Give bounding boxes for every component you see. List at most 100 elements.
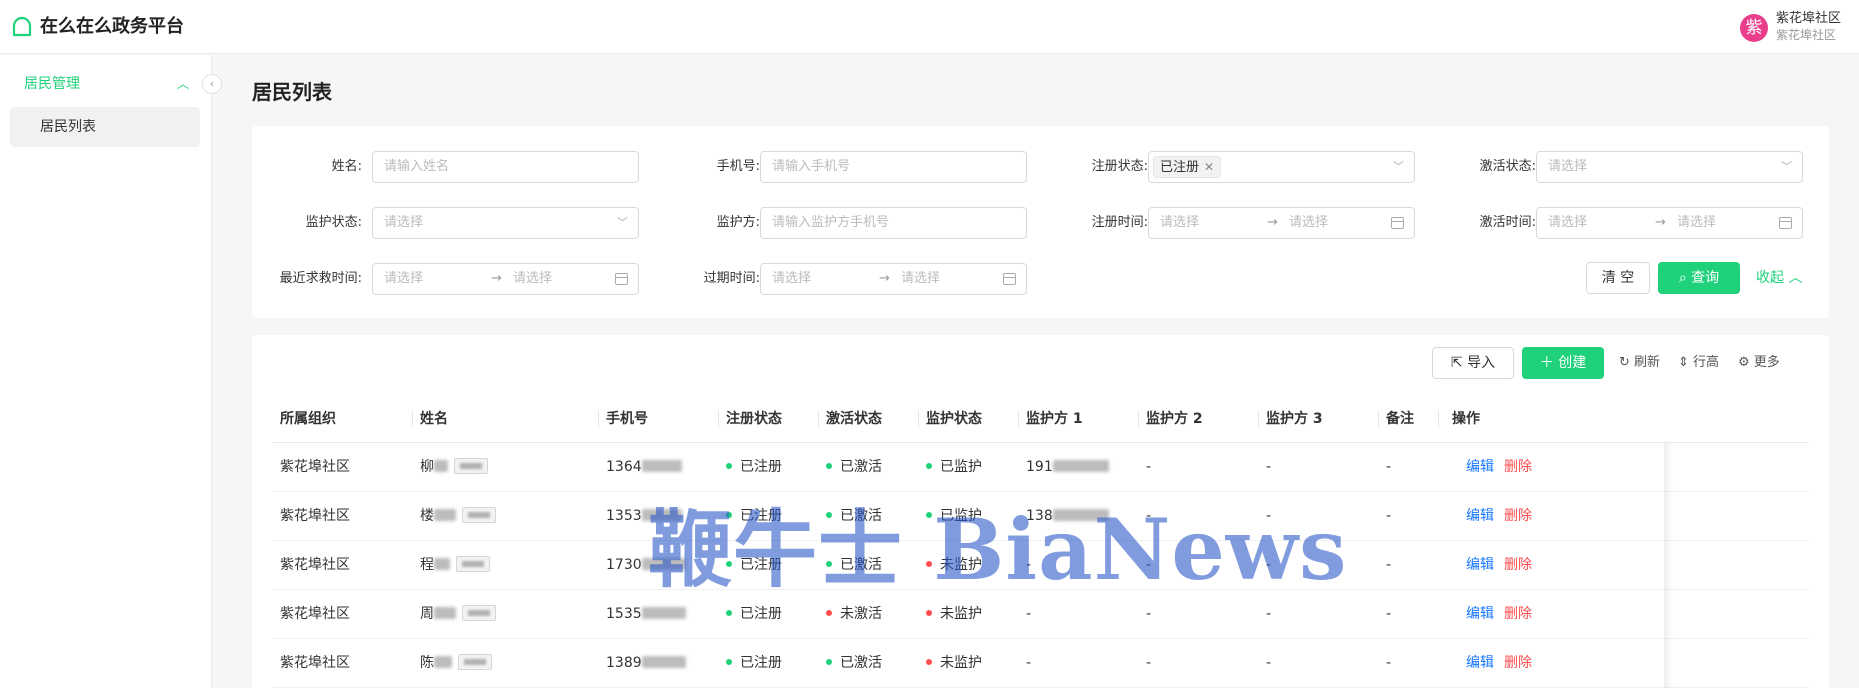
sos-time-end[interactable]: 请选择 [513,264,552,294]
cell-act-text: 未激活 [840,606,882,622]
sos-time-start[interactable]: 请选择 [384,264,423,294]
cell-mon-text: 已监护 [940,459,982,475]
arrow-right-icon: → [491,271,502,286]
column-header-guardian-3: 监护方 3 [1266,411,1323,427]
redacted-text [641,607,686,619]
cell-guardian-2: - [1146,459,1152,475]
exp-time-end[interactable]: 请选择 [901,264,940,294]
cell-phone-text: 1353 [606,508,642,524]
watermark: 鞭牛士 BiaNews [648,500,1348,599]
redacted-text [1052,460,1109,472]
cell-phone-text: 1364 [606,459,642,475]
refresh-label: 刷新 [1634,355,1661,370]
cell-actions: 编辑 删除 [1466,541,1532,590]
cell-act-text: 已激活 [840,655,882,671]
phone-input[interactable]: 请输入手机号 [760,151,1027,183]
cell-note: - [1386,606,1392,622]
chevron-up-icon: ︿ [1788,270,1803,286]
sidebar-item-resident-list[interactable]: 居民列表 [10,107,200,147]
density-button[interactable]: ⇕ 行高 [1678,347,1719,379]
chevron-down-icon: ﹀ [1781,160,1792,173]
redacted-text [434,460,448,472]
exp-time-start[interactable]: 请选择 [772,264,811,294]
column-header-act-status: 激活状态 [826,411,882,427]
column-header-name: 姓名 [420,411,448,427]
column-header-reg-status: 注册状态 [726,411,782,427]
edit-link[interactable]: 编辑 [1466,459,1494,475]
delete-link[interactable]: 删除 [1504,557,1532,573]
exp-time-range[interactable]: 请选择 → 请选择 [760,263,1027,295]
cell-guardian-3: - [1266,655,1272,671]
status-dot [726,659,732,665]
query-button[interactable]: ⌕ 查询 [1658,262,1740,294]
more-button[interactable]: ⚙ 更多 [1738,347,1780,379]
cell-name-text: 楼 [420,508,434,524]
cell-actions: 编辑 删除 [1466,443,1532,492]
delete-link[interactable]: 删除 [1504,459,1532,475]
reg-time-range[interactable]: 请选择 → 请选择 [1148,207,1415,239]
collapse-label: 收起 [1756,270,1784,286]
top-bar: 在么在么政务平台 紫 紫花埠社区 紫花埠社区 [0,0,1859,54]
edit-link[interactable]: 编辑 [1466,606,1494,622]
act-time-end[interactable]: 请选择 [1677,208,1716,238]
redacted-tag [462,507,496,523]
name-placeholder: 请输入姓名 [384,159,450,174]
status-dot [826,463,832,469]
column-header-note: 备注 [1386,411,1414,427]
redacted-text [434,607,456,619]
column-divider [818,411,819,427]
cell-reg-text: 已注册 [740,606,782,622]
calendar-icon [1779,217,1792,229]
cell-act-text: 已激活 [840,459,882,475]
arrow-right-icon: → [879,271,890,286]
cell-mon-text: 未监护 [940,655,982,671]
column-header-actions: 操作 [1452,411,1480,427]
user-org: 紫花埠社区 [1776,28,1837,42]
redacted-tag [458,654,492,670]
cell-org: 紫花埠社区 [280,557,350,573]
reg-time-start[interactable]: 请选择 [1160,208,1199,238]
collapse-filters-link[interactable]: 收起 ︿ [1756,262,1802,294]
edit-link[interactable]: 编辑 [1466,655,1494,671]
create-button[interactable]: ＋ 创建 [1522,347,1604,379]
phone-placeholder: 请输入手机号 [772,159,851,174]
redacted-text [434,656,452,668]
table-row: 紫花埠社区 柳 1364 已注册 已激活 已监护 191 - - - 编辑 删除 [272,443,1809,492]
act-status-placeholder: 请选择 [1548,159,1588,174]
import-button[interactable]: ⇱ 导入 [1432,347,1514,379]
reg-status-select[interactable]: 已注册 ✕ ﹀ [1148,151,1415,183]
guardian-input[interactable]: 请输入监护方手机号 [760,207,1027,239]
sidebar-group-resident-management[interactable]: 居民管理 ︿ [24,71,189,97]
name-input[interactable]: 请输入姓名 [372,151,639,183]
delete-link[interactable]: 删除 [1504,508,1532,524]
close-icon[interactable]: ✕ [1204,160,1214,174]
status-dot [826,610,832,616]
sidebar: 居民管理 ︿ 居民列表 [0,55,212,688]
act-status-select[interactable]: 请选择 ﹀ [1536,151,1803,183]
cell-name: 柳 [420,443,488,492]
sos-time-range[interactable]: 请选择 → 请选择 [372,263,639,295]
act-time-start[interactable]: 请选择 [1548,208,1587,238]
user-name[interactable]: 紫花埠社区 [1776,11,1841,27]
edit-link[interactable]: 编辑 [1466,557,1494,573]
cell-name: 程 [420,541,490,590]
clear-button[interactable]: 清 空 [1586,262,1650,294]
calendar-icon [1391,217,1404,229]
edit-link[interactable]: 编辑 [1466,508,1494,524]
column-header-guardian-2: 监护方 2 [1146,411,1203,427]
avatar[interactable]: 紫 [1740,14,1768,42]
delete-link[interactable]: 删除 [1504,606,1532,622]
cell-reg-text: 已注册 [740,655,782,671]
refresh-button[interactable]: ↻ 刷新 [1619,347,1660,379]
status-dot [926,610,932,616]
chevron-up-icon: ︿ [176,77,189,91]
delete-link[interactable]: 删除 [1504,655,1532,671]
mon-status-select[interactable]: 请选择 ﹀ [372,207,639,239]
cell-guardian-1: 191 [1026,443,1109,492]
act-time-range[interactable]: 请选择 → 请选择 [1536,207,1803,239]
redacted-tag [462,605,496,621]
column-divider [1138,411,1139,427]
reg-time-end[interactable]: 请选择 [1289,208,1328,238]
sidebar-collapse-button[interactable]: ‹ [202,74,222,94]
redacted-tag [454,458,488,474]
